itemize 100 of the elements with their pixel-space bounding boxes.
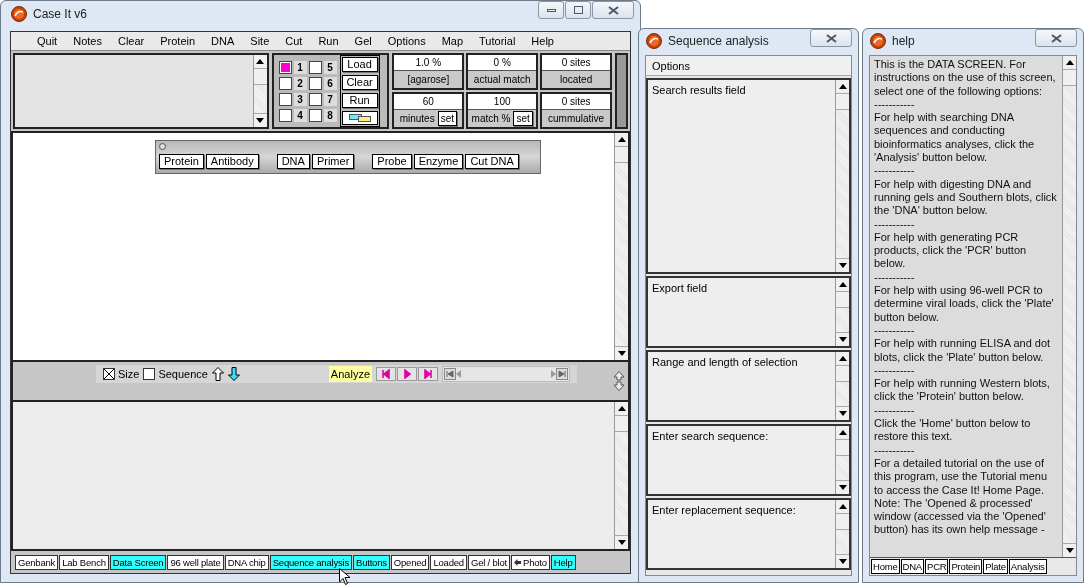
scroll-up-icon[interactable] (617, 137, 626, 142)
scroll-up-icon[interactable] (838, 430, 847, 435)
text-field[interactable]: Enter replacement sequence: (646, 498, 851, 570)
scroll-thumb[interactable] (836, 366, 849, 382)
navigation-button[interactable] (376, 367, 396, 381)
scroll-thumb[interactable] (615, 147, 628, 163)
vertical-scrollbar[interactable] (835, 278, 849, 346)
menu-item[interactable]: Gel (346, 32, 380, 50)
maximize-button[interactable] (565, 1, 591, 19)
palette-button[interactable]: DNA (276, 154, 310, 169)
palette-button[interactable]: Cut DNA (465, 154, 519, 169)
first-icon[interactable] (444, 368, 456, 380)
scroll-up-icon[interactable] (838, 504, 847, 509)
analyze-button[interactable]: Analyze (328, 366, 372, 382)
scroll-up-icon[interactable] (1065, 60, 1074, 65)
screen-button[interactable]: Buttons (353, 554, 390, 570)
scroll-thumb[interactable] (615, 416, 628, 432)
set-button[interactable]: set (513, 111, 533, 126)
minimize-button[interactable] (538, 1, 564, 19)
vertical-scrollbar[interactable] (835, 80, 849, 272)
scroll-thumb[interactable] (836, 94, 849, 110)
palette-button[interactable]: Protein (159, 154, 204, 169)
menu-item[interactable]: Quit (29, 32, 66, 50)
lane-checkbox[interactable] (278, 108, 292, 122)
vertical-scrollbar[interactable] (252, 55, 267, 127)
screen-button[interactable]: Genbank (15, 554, 59, 570)
text-field[interactable]: Search results field (646, 78, 851, 274)
checkbox-option[interactable]: Size (103, 365, 140, 383)
menu-item[interactable]: Options (646, 56, 851, 76)
scroll-thumb[interactable] (836, 440, 849, 456)
last-icon[interactable] (556, 368, 568, 380)
menu-item[interactable]: Help (523, 32, 562, 50)
close-button[interactable] (592, 1, 634, 19)
help-topic-button[interactable]: Plate (983, 559, 1008, 574)
horizontal-scrollbar[interactable] (442, 366, 570, 382)
lane-checkbox[interactable] (278, 76, 292, 90)
scroll-down-icon[interactable] (1065, 548, 1074, 553)
scroll-down-icon[interactable] (838, 559, 847, 564)
vertical-scrollbar[interactable] (835, 352, 849, 420)
scroll-up-icon[interactable] (838, 84, 847, 89)
scroll-down-icon[interactable] (838, 263, 847, 268)
vertical-scrollbar[interactable] (835, 426, 849, 494)
scroll-up-icon[interactable] (617, 406, 626, 411)
lane-checkbox[interactable] (308, 92, 322, 106)
help-topic-button[interactable]: DNA (900, 559, 924, 574)
screen-button[interactable]: Lab Bench (59, 554, 109, 570)
menu-item[interactable]: Clear (109, 32, 153, 50)
lane-checkbox[interactable] (278, 92, 292, 106)
help-topic-button[interactable]: Protein (949, 559, 983, 574)
menu-item[interactable]: Map (433, 32, 472, 50)
scroll-thumb[interactable] (1063, 70, 1076, 86)
notes-field[interactable] (13, 53, 269, 129)
screen-button[interactable]: Gel / blot (467, 554, 510, 570)
menu-item[interactable]: Tutorial (471, 32, 524, 50)
resize-arrows-icon[interactable] (613, 371, 625, 391)
checkbox[interactable] (143, 368, 156, 380)
lane-checkbox[interactable] (278, 60, 292, 74)
help-topic-button[interactable]: Analysis (1008, 559, 1047, 574)
screen-button[interactable]: Opened (390, 554, 430, 570)
screen-button[interactable]: 96 well plate (167, 554, 224, 570)
menu-item[interactable]: Run (310, 32, 347, 50)
menu-item[interactable]: Protein (152, 32, 204, 50)
vertical-scrollbar[interactable] (835, 500, 849, 568)
palette-button[interactable]: Antibody (205, 154, 259, 169)
text-field[interactable]: Export field (646, 276, 851, 348)
help-topic-button[interactable]: Home (871, 559, 900, 574)
scroll-down-icon[interactable] (838, 485, 847, 490)
text-field[interactable]: Range and length of selection (646, 350, 851, 422)
scroll-down-icon[interactable] (838, 411, 847, 416)
scroll-thumb[interactable] (836, 292, 849, 308)
menu-item[interactable]: DNA (203, 32, 243, 50)
vertical-scrollbar[interactable] (1062, 56, 1076, 557)
scroll-down-icon[interactable] (617, 351, 626, 356)
navigation-button[interactable] (397, 367, 417, 381)
down-arrow-icon[interactable] (227, 367, 240, 381)
menu-item[interactable]: Options (379, 32, 434, 50)
lane-button[interactable]: Clear (341, 75, 378, 90)
lane-checkbox[interactable] (308, 76, 322, 90)
vertical-scrollbar[interactable] (614, 402, 628, 549)
text-field[interactable]: Enter search sequence: (646, 424, 851, 496)
palette-button[interactable]: Enzyme (413, 154, 464, 169)
help-topic-button[interactable]: PCR (925, 559, 949, 574)
scroll-thumb[interactable] (253, 69, 267, 85)
scroll-up-icon[interactable] (838, 356, 847, 361)
scroll-down-icon[interactable] (256, 118, 265, 123)
lane-checkbox[interactable] (308, 60, 322, 74)
screen-button[interactable]: Help (550, 554, 576, 570)
palette-button[interactable]: Probe (372, 154, 412, 169)
scroll-thumb[interactable] (836, 514, 849, 530)
palette-button[interactable]: Primer (311, 154, 355, 169)
navigation-button[interactable] (418, 367, 438, 381)
scroll-down-icon[interactable] (838, 337, 847, 342)
screen-button[interactable]: Data Screen (109, 554, 167, 570)
screen-button[interactable]: Loaded (430, 554, 467, 570)
lane-button[interactable]: Load (341, 57, 378, 72)
set-button[interactable]: set (437, 111, 457, 126)
scroll-up-icon[interactable] (256, 59, 265, 64)
scroll-down-icon[interactable] (617, 540, 626, 545)
menu-item[interactable]: Site (242, 32, 278, 50)
lane-button[interactable]: Run (341, 93, 378, 108)
